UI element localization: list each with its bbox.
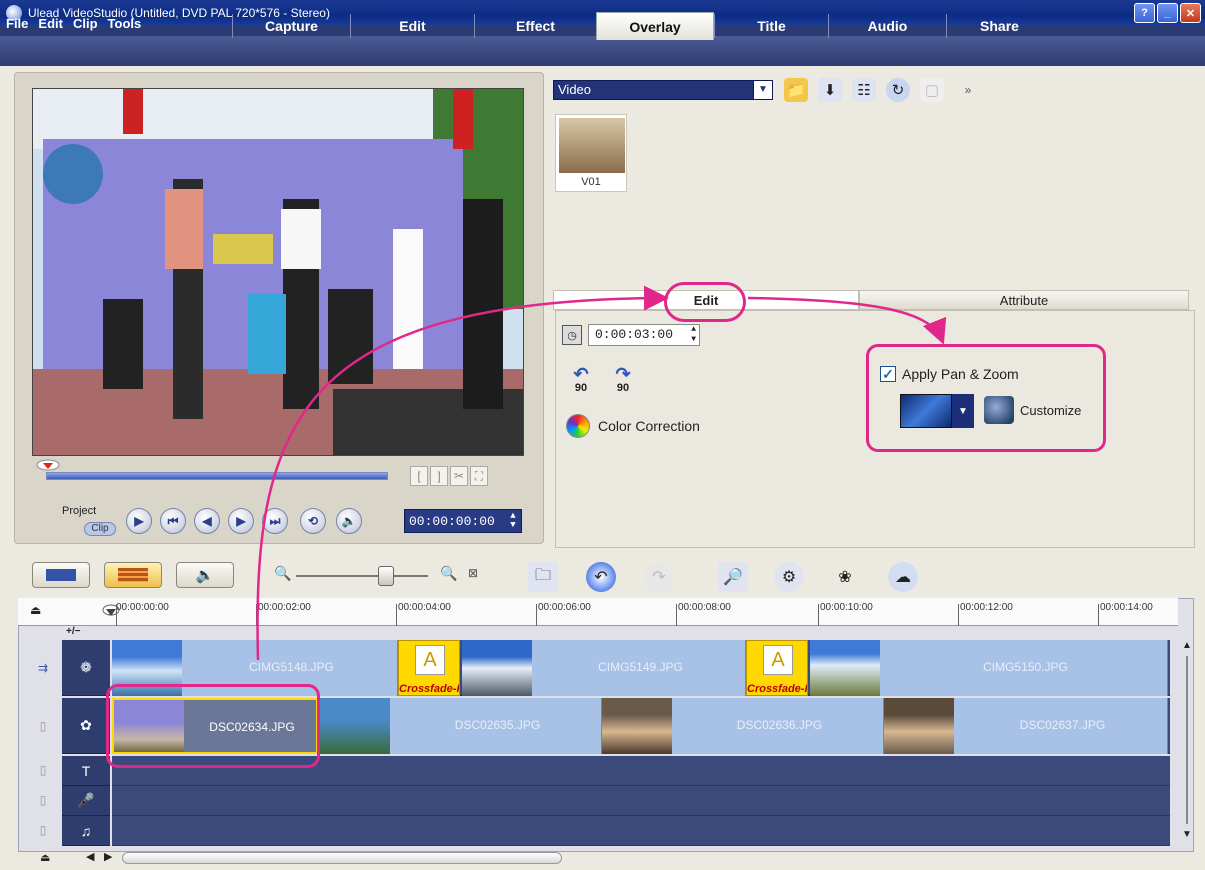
annotation-arrows [256, 285, 947, 661]
application-window: Ulead VideoStudio (Untitled, DVD PAL 720… [0, 0, 1205, 870]
